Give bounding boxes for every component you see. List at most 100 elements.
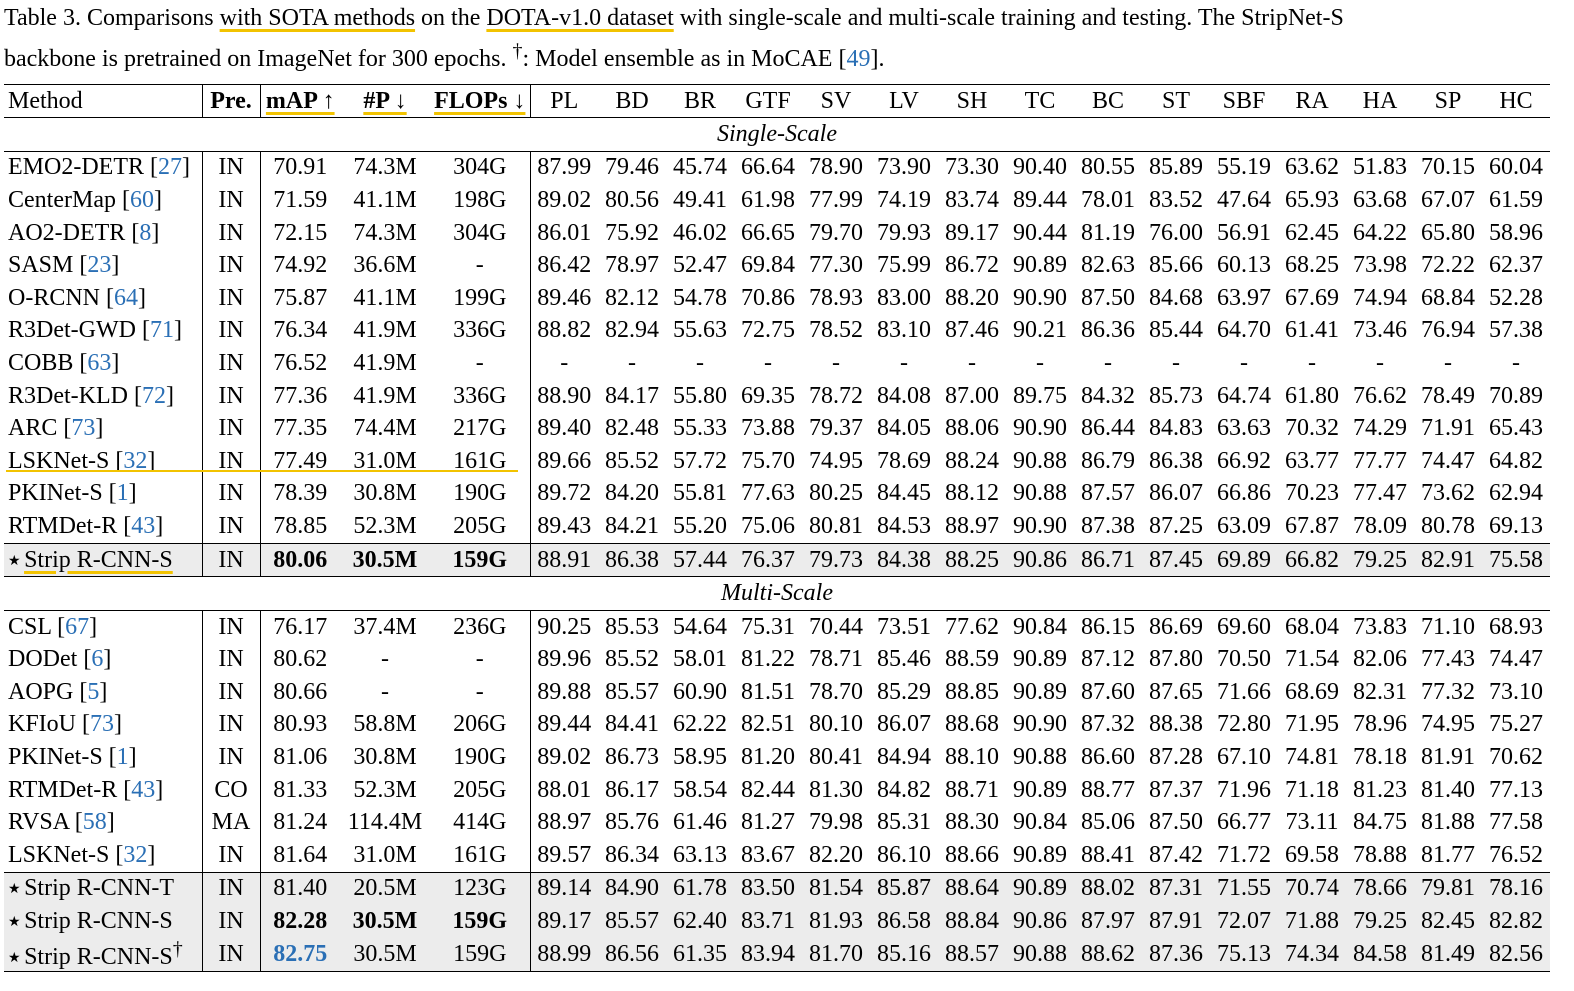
citation-link[interactable]: 72	[142, 383, 166, 409]
class-ap-cell: 86.36	[1081, 317, 1135, 344]
class-ap-cell: 76.94	[1421, 317, 1475, 344]
params-cell: 31.0M	[353, 447, 417, 474]
class-ap-cell: 79.46	[605, 154, 659, 181]
class-ap-cell: -	[1376, 349, 1384, 376]
class-ap-cell: 87.57	[1081, 480, 1135, 507]
citation-link[interactable]: 27	[158, 154, 182, 180]
citation-link[interactable]: 67	[65, 614, 89, 640]
method-name: O-RCNN	[8, 284, 107, 311]
class-ap-cell: 85.52	[605, 447, 659, 474]
citation-link[interactable]: 58	[83, 809, 107, 835]
class-ap-cell: 89.88	[537, 678, 592, 705]
citation-link[interactable]: 43	[131, 513, 155, 539]
class-ap-cell: 90.88	[1013, 447, 1067, 474]
class-ap-cell: 54.64	[673, 613, 727, 640]
citation-link[interactable]: 64	[114, 285, 138, 311]
class-ap-cell: 81.49	[1414, 937, 1482, 972]
citation-link[interactable]: 60	[130, 187, 154, 213]
class-ap-cell: 89.02	[537, 744, 592, 771]
class-ap-cell: 64.74	[1217, 382, 1271, 409]
flops-cell: 159G	[430, 937, 531, 972]
citation-link[interactable]: 1	[117, 480, 129, 506]
method-cell: LSKNet-S [32]	[8, 841, 156, 868]
class-ap-cell: 82.44	[741, 776, 795, 803]
class-ap-cell: 84.08	[877, 382, 931, 409]
flops-cell: -	[430, 643, 531, 677]
class-ap-cell: 81.19	[1081, 219, 1135, 246]
map-cell: 82.28	[273, 908, 328, 935]
params-cell: 74.3M	[353, 219, 417, 246]
class-ap-cell: 81.30	[809, 776, 863, 803]
pretrain-cell: IN	[201, 314, 261, 348]
citation-link[interactable]: 23	[87, 252, 111, 278]
citation-link[interactable]: 5	[87, 679, 99, 705]
header-flops-label: FLOPs ↓	[434, 87, 526, 114]
class-ap-cell: 87.31	[1142, 871, 1210, 906]
class-ap-cell: 82.48	[605, 415, 659, 442]
class-ap-cell: 80.41	[809, 744, 863, 771]
class-ap-cell: 85.76	[605, 809, 659, 836]
class-ap-cell: 89.40	[537, 415, 592, 442]
class-ap-cell: 73.46	[1353, 317, 1407, 344]
flops-cell: 190G	[430, 477, 531, 511]
class-ap-cell: 90.89	[1013, 841, 1067, 868]
class-ap-cell: 80.10	[809, 711, 863, 738]
class-ap-cell: 77.30	[809, 252, 863, 279]
flops-cell: 199G	[430, 281, 531, 315]
header-class-bc: BC	[1091, 87, 1124, 114]
citation-link[interactable]: 73	[71, 415, 95, 441]
class-ap-cell: 61.80	[1285, 382, 1339, 409]
map-cell: 76.52	[273, 349, 328, 376]
method-name: RTMDet-R	[8, 776, 124, 803]
map-cell: 80.93	[273, 711, 328, 738]
caption-citation-link[interactable]: 49	[846, 46, 870, 72]
class-ap-cell: 72.22	[1421, 252, 1475, 279]
class-ap-cell: 55.81	[673, 480, 727, 507]
class-ap-cell: 85.06	[1081, 809, 1135, 836]
class-ap-cell: 88.99	[530, 937, 598, 972]
citation-link[interactable]: 63	[87, 350, 111, 376]
class-ap-cell: 84.94	[877, 744, 931, 771]
class-ap-cell: 90.21	[1013, 317, 1067, 344]
method-name: AO2-DETR	[8, 219, 132, 246]
class-ap-cell: 73.51	[877, 613, 931, 640]
class-ap-cell: 81.20	[741, 744, 795, 771]
table-row: CSL [67] IN 76.17 37.4M 236G 90.25 85.53 54.64 7…	[4, 610, 1550, 644]
citation-link[interactable]: 43	[131, 777, 155, 803]
comparison-table: Method Pre. mAP ↑ #P ↓ FLOPs ↓ PL BD BR GTF SV LV S…	[4, 84, 1550, 972]
method-cell: RTMDet-R [43]	[8, 512, 164, 539]
class-ap-cell: -	[764, 349, 772, 376]
method-name: PKINet-S	[8, 744, 109, 771]
ours-row: ★ Strip R-CNN-S† IN 82.75 30.5M 159G 88.99 86.…	[4, 937, 1550, 972]
class-ap-cell: 84.45	[877, 480, 931, 507]
citation-link[interactable]: 73	[90, 711, 114, 737]
class-ap-cell: 61.46	[673, 809, 727, 836]
citation-link[interactable]: 71	[150, 317, 174, 343]
ours-row: ★ Strip R-CNN-T IN 81.40 20.5M 123G 89.14 84.9…	[4, 871, 1550, 906]
citation-link[interactable]: 6	[91, 646, 103, 672]
citation-link[interactable]: 1	[117, 744, 129, 770]
class-ap-cell: 87.65	[1149, 678, 1203, 705]
method-name: PKINet-S	[8, 480, 109, 507]
class-ap-cell: 62.94	[1489, 480, 1543, 507]
class-ap-cell: 71.91	[1421, 415, 1475, 442]
pretrain-cell: MA	[201, 806, 261, 840]
class-ap-cell: 58.95	[673, 744, 727, 771]
class-ap-cell: 63.13	[673, 841, 727, 868]
params-cell: 41.1M	[353, 284, 417, 311]
citation-link[interactable]: 8	[139, 220, 151, 246]
class-ap-cell: 85.44	[1149, 317, 1203, 344]
class-ap-cell: 89.02	[537, 186, 592, 213]
class-ap-cell: 83.71	[741, 908, 795, 935]
citation-link[interactable]: 32	[123, 842, 147, 868]
class-ap-cell: 79.73	[802, 542, 870, 578]
map-cell: 75.87	[273, 284, 328, 311]
class-ap-cell: 88.57	[938, 937, 1006, 972]
class-ap-cell: 78.66	[1346, 871, 1414, 906]
class-ap-cell: 71.54	[1285, 646, 1339, 673]
header-class-hc: HC	[1499, 87, 1533, 114]
class-ap-cell: 74.94	[1353, 284, 1407, 311]
pretrain-cell: CO	[201, 773, 261, 807]
class-ap-cell: 77.58	[1489, 809, 1543, 836]
class-ap-cell: 68.69	[1285, 678, 1339, 705]
